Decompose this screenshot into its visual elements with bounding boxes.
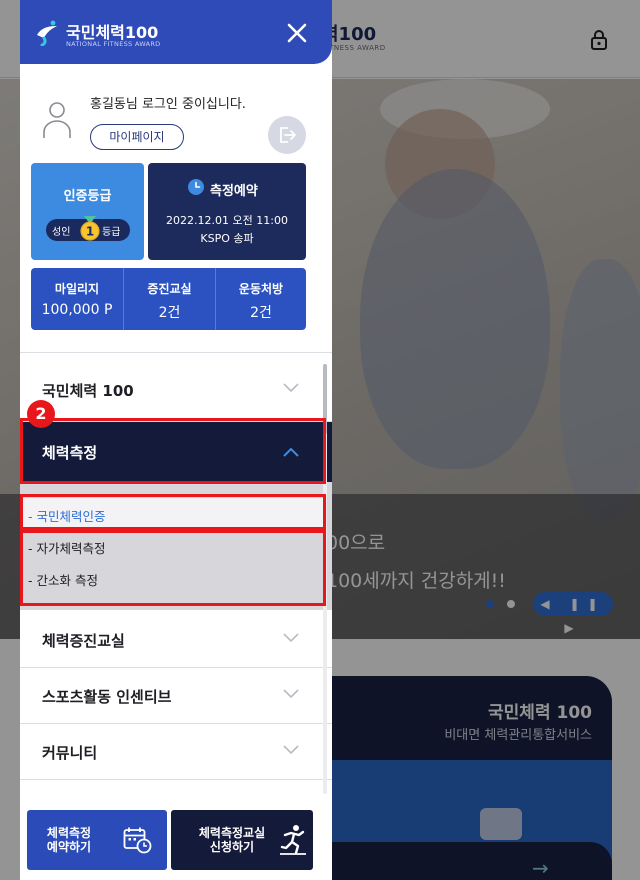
grade-category: 성인 bbox=[52, 227, 71, 238]
medal-number: 1 bbox=[86, 225, 94, 239]
menu-top-divider bbox=[20, 352, 332, 353]
stat-class[interactable]: 증진교실 2건 bbox=[124, 268, 215, 330]
grade-pill: 성인 1 등급 bbox=[46, 216, 130, 241]
reservation-datetime: 2022.12.01 오전 11:00 bbox=[166, 214, 288, 227]
calendar-icon bbox=[123, 827, 152, 854]
certification-grade-card[interactable]: 인증등급 성인 1 등급 bbox=[31, 163, 144, 260]
reserve-measurement-button[interactable]: 체력측정 예약하기 bbox=[27, 810, 167, 870]
menu-item-community[interactable]: 커뮤니티 bbox=[20, 724, 332, 780]
menu-item-label: 국민체력 100 bbox=[42, 382, 134, 400]
runner-logo-icon bbox=[37, 20, 57, 46]
chevron-down-icon bbox=[283, 383, 299, 393]
stats-card: 마일리지 100,000 P 증진교실 2건 운동처방 2건 bbox=[31, 268, 306, 330]
highlight-submenu-active-box bbox=[20, 494, 326, 530]
apply-fitness-class-button[interactable]: 체력측정교실 신청하기 bbox=[171, 810, 313, 870]
menu-item-national-fitness[interactable]: 국민체력 100 bbox=[20, 362, 332, 422]
stat-label: 운동처방 bbox=[238, 282, 284, 296]
highlight-submenu-rest-box bbox=[20, 530, 326, 606]
welcome-text: 홍길동님 로그인 중이십니다. bbox=[90, 97, 246, 112]
medal-icon: 1 bbox=[80, 216, 100, 241]
menu-item-label: 커뮤니티 bbox=[42, 744, 98, 762]
drawer-header: 국민체력100 NATIONAL FITNESS AWARD bbox=[20, 0, 332, 64]
menu-item-label: 체력증진교실 bbox=[42, 632, 125, 650]
reservation-place: KSPO 송파 bbox=[200, 232, 254, 245]
logout-icon[interactable] bbox=[268, 116, 306, 154]
chevron-down-icon bbox=[283, 689, 299, 699]
exercise-icon bbox=[280, 825, 306, 855]
button-text: 체력측정교실 신청하기 bbox=[198, 826, 266, 854]
close-icon[interactable] bbox=[282, 18, 312, 48]
stat-label: 증진교실 bbox=[147, 282, 192, 296]
grade-card-title: 인증등급 bbox=[63, 189, 112, 204]
measurement-reservation-card[interactable]: 측정예약 2022.12.01 오전 11:00 KSPO 송파 bbox=[148, 163, 306, 260]
mypage-button[interactable]: 마이페이지 bbox=[90, 124, 184, 150]
stat-value: 2건 bbox=[158, 305, 181, 321]
menu-item-sports-incentive[interactable]: 스포츠활동 인센티브 bbox=[20, 668, 332, 724]
step-number-badge: 2 bbox=[27, 400, 55, 428]
highlight-menu-box bbox=[20, 418, 326, 484]
reservation-title: 측정예약 bbox=[210, 184, 258, 199]
stat-mileage[interactable]: 마일리지 100,000 P bbox=[31, 268, 123, 330]
stat-value: 2건 bbox=[250, 305, 272, 321]
clock-icon bbox=[188, 179, 204, 195]
drawer-logo-subtitle: NATIONAL FITNESS AWARD bbox=[66, 40, 161, 48]
stat-value: 100,000 P bbox=[41, 302, 113, 318]
stat-label: 마일리지 bbox=[54, 282, 100, 296]
chevron-down-icon bbox=[283, 633, 299, 643]
menu-item-fitness-class[interactable]: 체력증진교실 bbox=[20, 612, 332, 668]
chevron-down-icon bbox=[283, 745, 299, 755]
stat-prescription[interactable]: 운동처방 2건 bbox=[216, 268, 306, 330]
button-text: 체력측정 예약하기 bbox=[46, 826, 92, 854]
menu-item-label: 스포츠활동 인센티브 bbox=[42, 688, 172, 706]
grade-suffix: 등급 bbox=[102, 227, 121, 238]
user-icon bbox=[43, 102, 71, 138]
